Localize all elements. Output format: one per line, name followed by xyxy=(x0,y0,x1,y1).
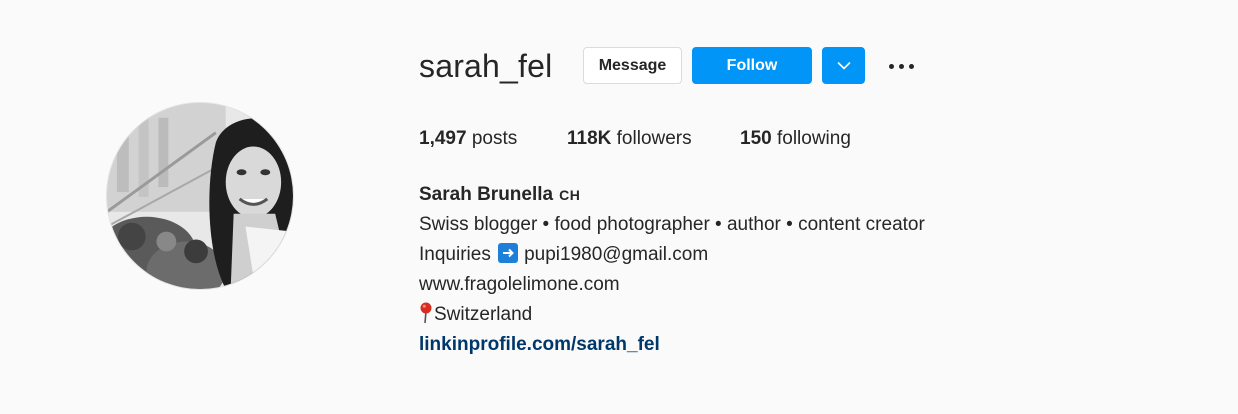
message-button[interactable]: Message xyxy=(583,47,682,84)
followers-count-value: 118K xyxy=(567,128,612,149)
external-profile-link[interactable]: linkinprofile.com/sarah_fel xyxy=(419,334,660,355)
bio-description: Swiss blogger • food photographer • auth… xyxy=(419,214,925,235)
profile-photo xyxy=(107,103,293,289)
bio-name-line: Sarah Brunella CH xyxy=(419,180,925,210)
following-count-value: 150 xyxy=(740,128,772,149)
profile-username: sarah_fel xyxy=(419,48,553,84)
right-arrow-icon xyxy=(498,243,519,263)
more-options-button[interactable] xyxy=(882,50,920,82)
followers-count-label: followers xyxy=(616,128,692,149)
bio-inquiries-line: Inquiries pupi1980@gmail.com xyxy=(419,240,925,270)
more-options-dot xyxy=(908,63,914,69)
inquiries-label: Inquiries xyxy=(419,244,491,265)
profile-avatar[interactable] xyxy=(106,102,294,290)
pushpin-icon xyxy=(420,302,432,324)
posts-count-label: posts xyxy=(471,128,518,149)
following-count-label: following xyxy=(776,128,851,149)
posts-count: 1,497 posts xyxy=(419,126,517,152)
posts-count-value: 1,497 xyxy=(419,128,467,149)
follow-button[interactable]: Follow xyxy=(692,47,812,84)
country-code: CH xyxy=(559,187,581,203)
bio-website: www.fragolelimone.com xyxy=(419,274,620,295)
more-options-dot xyxy=(898,63,904,69)
more-options-icon xyxy=(888,63,894,69)
bio-email: pupi1980@gmail.com xyxy=(524,244,709,265)
chevron-down-icon xyxy=(836,61,851,70)
followers-count[interactable]: 118K followers xyxy=(567,126,692,152)
profile-bio: Sarah Brunella CH Swiss blogger • food ph… xyxy=(419,180,925,360)
bio-location-line: Switzerland xyxy=(419,300,925,330)
bio-link-line: linkinprofile.com/sarah_fel xyxy=(419,330,925,360)
following-count[interactable]: 150 following xyxy=(740,126,851,152)
profile-header: sarah_fel Message Follow 1,497 posts 118… xyxy=(0,0,1238,414)
profile-full-name: Sarah Brunella xyxy=(419,184,554,205)
bio-location: Switzerland xyxy=(434,304,533,325)
suggested-accounts-dropdown-button[interactable] xyxy=(822,47,865,84)
